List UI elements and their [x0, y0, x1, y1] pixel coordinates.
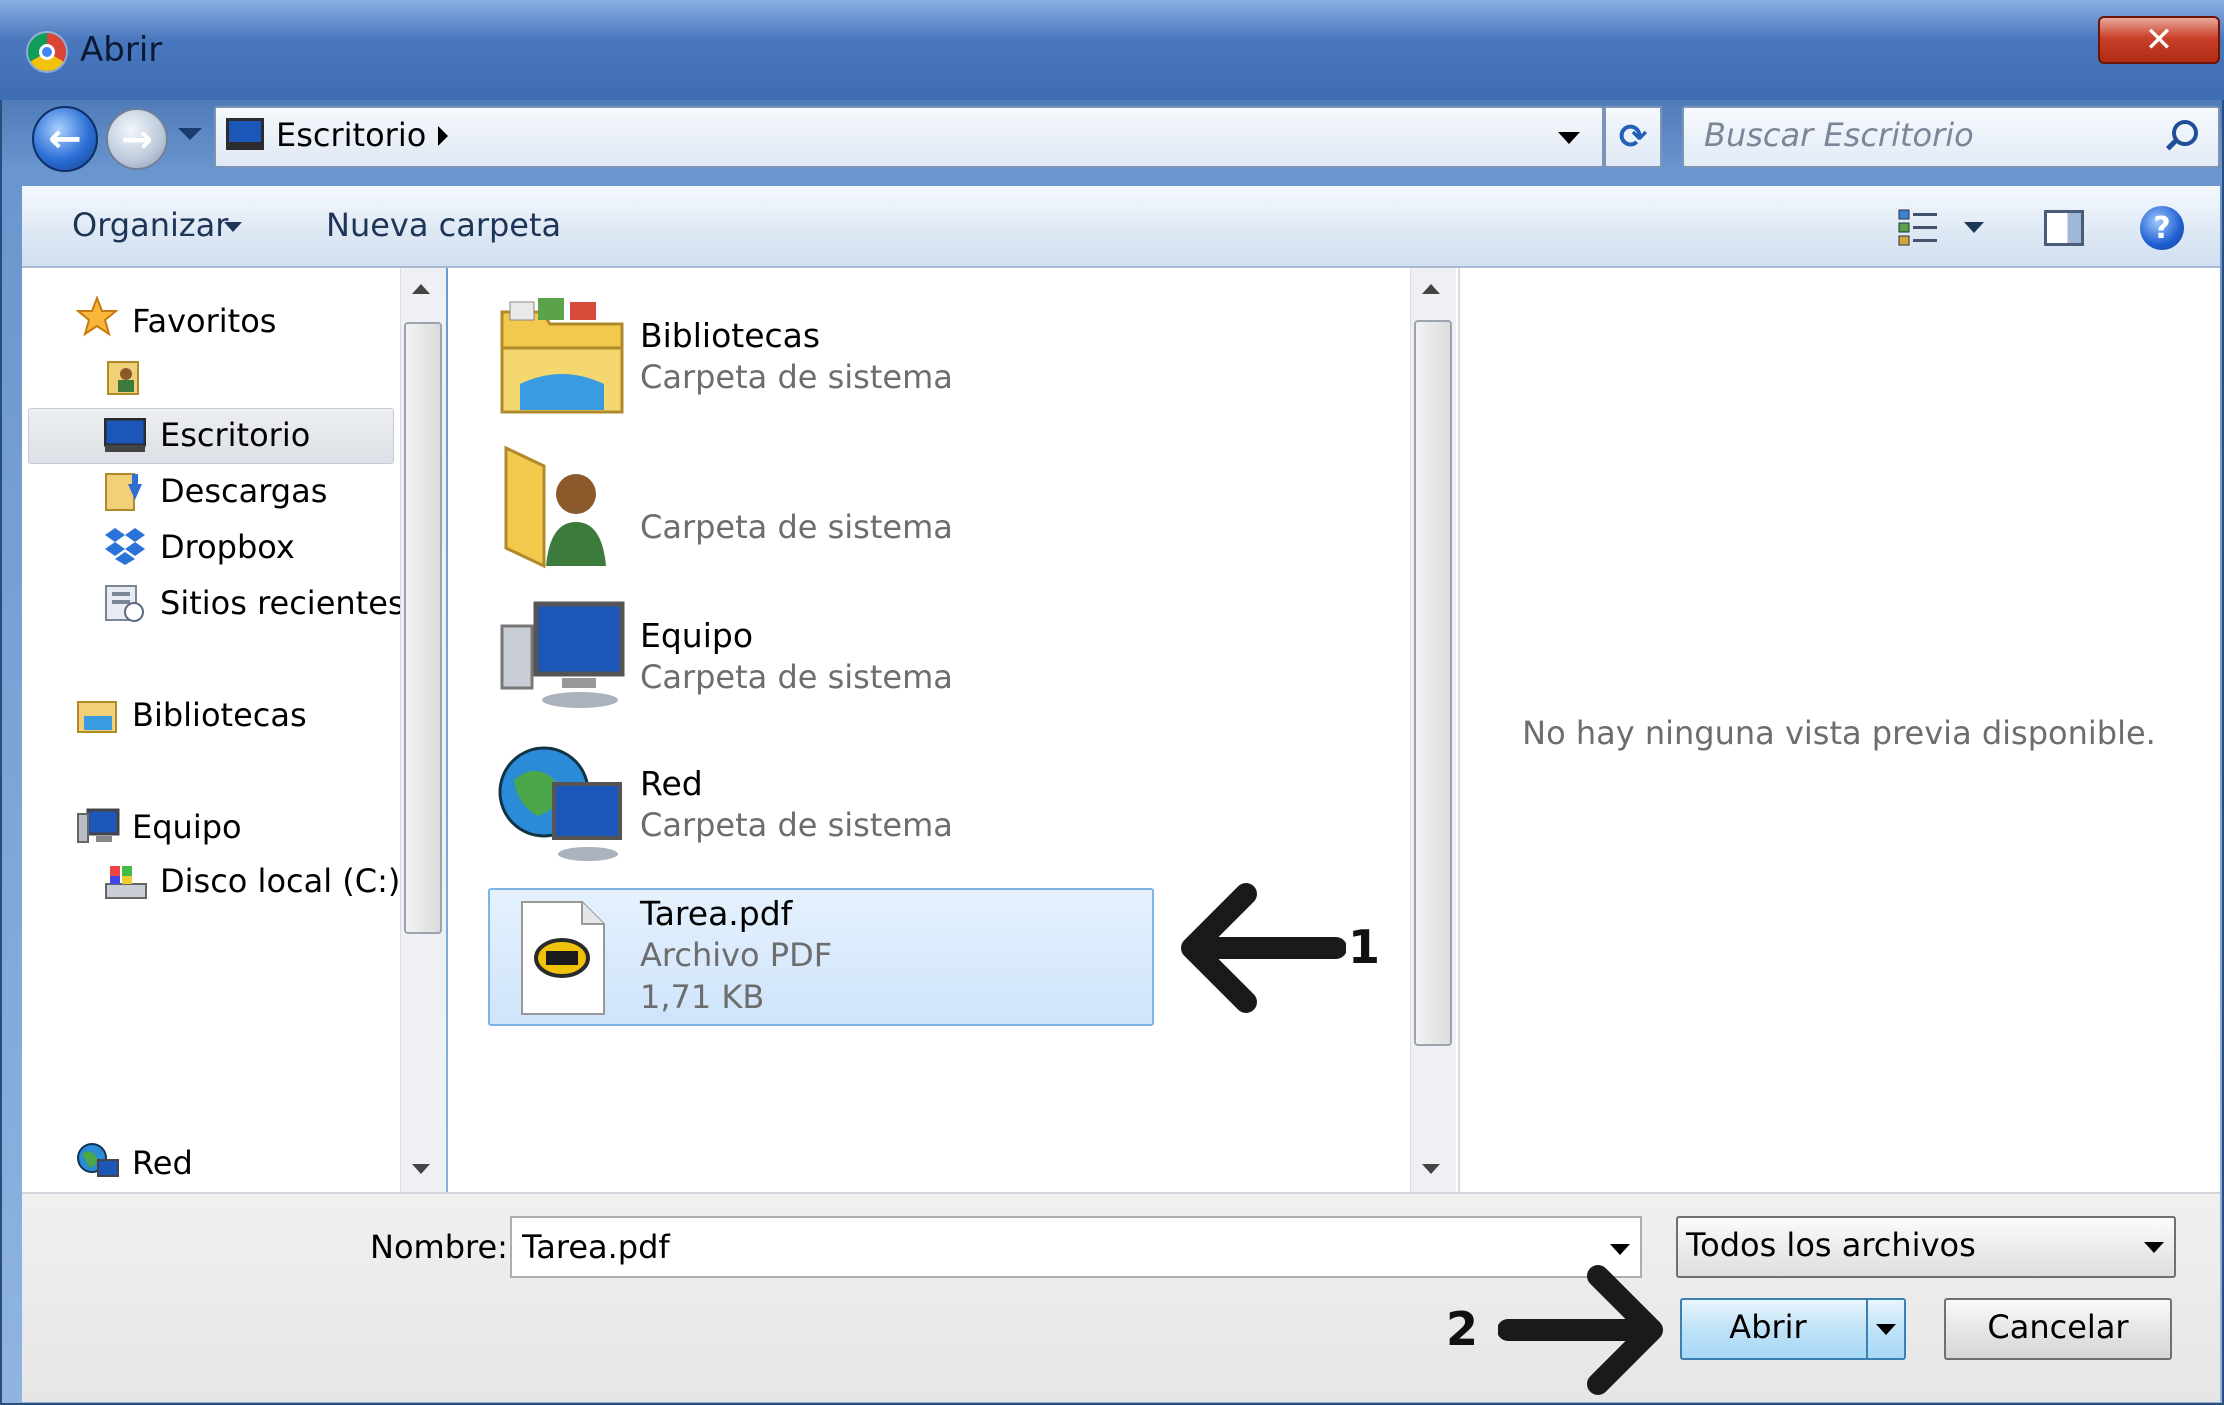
- sidebar-item-sitios-recientes[interactable]: Sitios recientes: [160, 584, 405, 622]
- pdf-file-icon[interactable]: [520, 900, 606, 1016]
- file-type: Archivo PDF: [640, 936, 833, 974]
- sidebar-item-disco-local[interactable]: Disco local (C:): [160, 862, 400, 900]
- sidebar-item-favorites[interactable]: Favoritos: [132, 302, 276, 340]
- annotation-arrow-left-icon: [1181, 883, 1346, 1013]
- scroll-down-arrow-icon[interactable]: [412, 1164, 430, 1174]
- file-name[interactable]: Bibliotecas: [640, 316, 820, 355]
- sidebar-item-descargas[interactable]: Descargas: [160, 472, 327, 510]
- search-icon[interactable]: [2172, 120, 2198, 146]
- refresh-button[interactable]: ⟳: [1604, 106, 1662, 168]
- window-title: Abrir: [80, 30, 163, 70]
- recent-locations-dropdown[interactable]: [178, 128, 202, 140]
- file-type: Carpeta de sistema: [640, 806, 953, 844]
- preview-message: No hay ninguna vista previa disponible.: [1522, 714, 2156, 752]
- desktop-icon: [104, 418, 146, 452]
- back-button[interactable]: ←: [32, 106, 98, 172]
- network-icon: [77, 1143, 119, 1177]
- computer-icon: [77, 808, 120, 843]
- chevron-down-icon[interactable]: [2144, 1242, 2164, 1253]
- cancel-button-label[interactable]: Cancelar: [1944, 1308, 2172, 1346]
- new-folder-button[interactable]: Nueva carpeta: [326, 206, 561, 244]
- scroll-down-arrow-icon[interactable]: [1422, 1164, 1440, 1174]
- scrollbar-thumb[interactable]: [1414, 320, 1452, 1046]
- file-type: Carpeta de sistema: [640, 658, 953, 696]
- libraries-folder-icon[interactable]: [498, 292, 626, 420]
- file-name[interactable]: Red: [640, 764, 703, 803]
- user-folder-icon[interactable]: [106, 356, 142, 396]
- chevron-down-icon[interactable]: [224, 222, 242, 232]
- favorites-star-icon: [76, 296, 118, 337]
- local-disk-icon: [105, 866, 147, 899]
- sidebar-item-escritorio[interactable]: Escritorio: [160, 416, 310, 454]
- open-button-label[interactable]: Abrir: [1680, 1308, 1856, 1346]
- file-size: 1,71 KB: [640, 978, 765, 1016]
- scroll-up-arrow-icon[interactable]: [412, 284, 430, 294]
- forward-button[interactable]: →: [106, 108, 168, 170]
- sidebar-item-red[interactable]: Red: [132, 1144, 193, 1182]
- breadcrumb-chevron-icon[interactable]: [438, 126, 448, 146]
- open-options-dropdown-icon[interactable]: [1876, 1324, 1896, 1335]
- recent-places-icon: [105, 585, 144, 622]
- help-icon[interactable]: ?: [2140, 206, 2184, 250]
- file-name[interactable]: Equipo: [640, 616, 753, 655]
- sidebar-item-bibliotecas[interactable]: Bibliotecas: [132, 696, 307, 734]
- file-type-value[interactable]: Todos los archivos: [1686, 1226, 1976, 1264]
- network-icon[interactable]: [498, 740, 626, 868]
- title-bar: [0, 0, 2224, 100]
- file-name-label: Nombre:: [370, 1228, 508, 1266]
- close-button[interactable]: ✕: [2098, 16, 2220, 64]
- computer-icon[interactable]: [498, 596, 626, 714]
- file-type: Carpeta de sistema: [640, 358, 953, 396]
- split-divider: [1866, 1300, 1868, 1358]
- view-dropdown-icon[interactable]: [1964, 222, 1984, 233]
- user-folder-icon[interactable]: [498, 438, 626, 570]
- annotation-arrow-right-icon: [1498, 1265, 1663, 1395]
- chrome-icon: [28, 33, 66, 71]
- file-name-input[interactable]: [510, 1216, 1642, 1278]
- organize-button[interactable]: Organizar: [72, 206, 228, 244]
- scrollbar-thumb[interactable]: [404, 322, 442, 934]
- address-location[interactable]: Escritorio: [276, 116, 426, 154]
- sidebar-item-equipo[interactable]: Equipo: [132, 808, 242, 846]
- dropbox-icon: [105, 528, 145, 565]
- sidebar-item-dropbox[interactable]: Dropbox: [160, 528, 295, 566]
- scroll-up-arrow-icon[interactable]: [1422, 284, 1440, 294]
- libraries-icon: [77, 701, 117, 733]
- step-2-label: 2: [1446, 1302, 1479, 1356]
- file-name-dropdown-icon[interactable]: [1610, 1244, 1630, 1255]
- step-1-label: 1: [1348, 920, 1381, 974]
- preview-pane-icon[interactable]: [2044, 210, 2084, 246]
- file-name[interactable]: Tarea.pdf: [640, 894, 792, 933]
- change-view-icon[interactable]: [1898, 208, 1940, 248]
- downloads-folder-icon: [105, 473, 142, 511]
- desktop-icon: [226, 118, 264, 150]
- file-type: Carpeta de sistema: [640, 508, 953, 546]
- address-dropdown-icon[interactable]: [1558, 132, 1580, 144]
- search-placeholder[interactable]: Buscar Escritorio: [1704, 116, 1974, 154]
